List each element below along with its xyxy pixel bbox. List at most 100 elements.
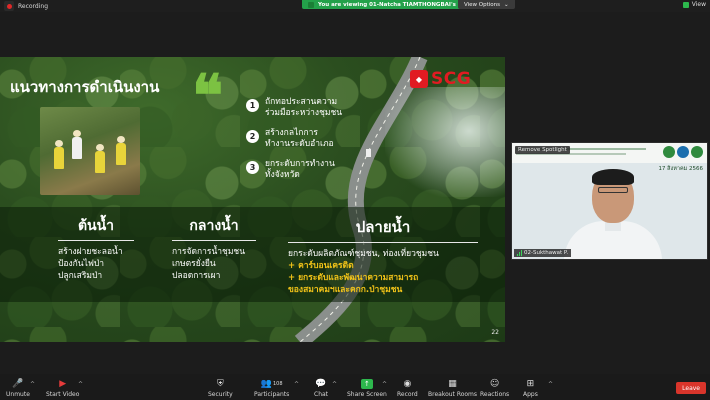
view-label: View	[691, 1, 706, 8]
step-text: สร้างกลไกการ ทำงานระดับอำเภอ	[265, 128, 334, 150]
audio-level-icon	[517, 250, 522, 256]
step-line: ทำงานระดับอำเภอ	[265, 139, 334, 149]
start-video-button[interactable]: ▶ Start Video	[46, 378, 79, 398]
page-number: 22	[491, 329, 499, 336]
screen-share-icon	[308, 1, 314, 8]
participants-count: 108	[272, 381, 283, 387]
midstream-heading: กลางน้ำ	[172, 215, 256, 241]
participants-icon: 👥 108	[260, 379, 283, 389]
microphone-muted-icon: 🎤	[12, 379, 24, 389]
worker-figure	[54, 140, 64, 169]
scg-emblem-icon: ◆	[410, 70, 428, 88]
step-line: ร่วมมือระหว่างชุมชน	[265, 108, 343, 118]
participants-label: Participants	[254, 391, 290, 398]
upstream-column: ต้นน้ำ สร้างฝายชะลอน้ำ ป้องกันไฟป่า ปลูก…	[58, 215, 134, 282]
breakout-rooms-button[interactable]: ▦ Breakout Rooms	[428, 378, 477, 398]
downstream-line: ยกระดับผลิตภัณฑ์ชุมชน, ท่องเที่ยวชุมชน	[288, 249, 439, 259]
video-options-caret[interactable]: ^	[78, 381, 83, 388]
chat-label: Chat	[314, 391, 329, 398]
step-line: สร้างกลไกการ	[265, 128, 318, 138]
mist-overlay	[385, 87, 505, 197]
reactions-icon: ☺	[489, 379, 500, 389]
banner-logos	[663, 146, 703, 158]
reactions-button[interactable]: ☺ Reactions	[480, 378, 509, 398]
step-line: ทั้งจังหวัด	[265, 170, 300, 180]
downstream-column: ปลายน้ำ ยกระดับผลิตภัณฑ์ชุมชน, ท่องเที่ย…	[288, 215, 478, 296]
banner-date: 17 สิงหาคม 2566	[658, 166, 703, 172]
reactions-label: Reactions	[480, 391, 510, 398]
shared-slide: แนวทางการดำเนินงาน ❝ ◆ SCG 1 ถักทอประสาน…	[0, 57, 505, 342]
chat-button[interactable]: 💬 Chat	[314, 378, 328, 398]
chat-icon: 💬	[315, 379, 327, 389]
record-icon: ◉	[403, 379, 412, 389]
step-list: 1 ถักทอประสานความ ร่วมมือระหว่างชุมชน 2 …	[246, 97, 396, 190]
participant-name: 02-Sukthawat P.	[524, 250, 569, 256]
midstream-column: กลางน้ำ การจัดการน้ำชุมชน เกษตรยั่งยืน ป…	[172, 215, 256, 282]
upstream-line: ปลูกเสริมป่า	[58, 271, 103, 281]
share-screen-icon: ↑	[360, 379, 373, 389]
scg-logo-text: SCG	[431, 69, 472, 89]
apps-label: Apps	[523, 391, 538, 398]
video-off-icon: ▶	[59, 379, 67, 389]
scg-logo: ◆ SCG	[410, 69, 471, 89]
start-video-label: Start Video	[46, 391, 80, 398]
downstream-highlight: + คาร์บอนเครดิต	[288, 261, 354, 271]
participants-options-caret[interactable]: ^	[294, 381, 299, 388]
speaker-video-tile[interactable]: 17 สิงหาคม 2566 Remove Spotlight 02-Sukt…	[511, 142, 708, 260]
upstream-heading: ต้นน้ำ	[58, 215, 134, 241]
upstream-line: ป้องกันไฟป่า	[58, 259, 105, 269]
step-item: 1 ถักทอประสานความ ร่วมมือระหว่างชุมชน	[246, 97, 396, 119]
security-label: Security	[208, 391, 233, 398]
step-number: 3	[246, 161, 259, 174]
apps-icon: ⊞	[526, 379, 535, 389]
view-options-label: View Options	[464, 1, 501, 8]
step-text: ยกระดับการทำงาน ทั้งจังหวัด	[265, 159, 335, 181]
volunteers-photo	[40, 107, 140, 195]
worker-figure	[72, 130, 82, 159]
step-item: 3 ยกระดับการทำงาน ทั้งจังหวัด	[246, 159, 396, 181]
viewing-label: You are viewing 01-Natcha TIAMTHONGBAI's…	[318, 1, 479, 8]
recording-indicator[interactable]: Recording	[4, 1, 48, 11]
grid-view-icon	[682, 1, 689, 8]
speaker-hair	[592, 169, 634, 185]
unmute-button[interactable]: 🎤 Unmute	[6, 378, 30, 398]
breakout-rooms-label: Breakout Rooms	[428, 391, 478, 398]
quote-mark-icon: ❝	[192, 62, 224, 130]
downstream-highlight: ของสมาคมฯและคกก.ป่าชุมชน	[288, 285, 403, 295]
share-screen-button[interactable]: ↑ Share Screen	[347, 378, 387, 398]
meeting-toolbar: 🎤 Unmute ^ ▶ Start Video ^ ⛨ Security 👥 1…	[0, 374, 710, 400]
security-button[interactable]: ⛨ Security	[208, 378, 233, 398]
view-button[interactable]: View	[682, 1, 706, 8]
breakout-rooms-icon: ▦	[448, 379, 457, 389]
downstream-heading: ปลายน้ำ	[288, 215, 478, 243]
audio-options-caret[interactable]: ^	[30, 381, 35, 388]
leave-button[interactable]: Leave	[676, 382, 706, 394]
step-number: 1	[246, 99, 259, 112]
remove-spotlight-button[interactable]: Remove Spotlight	[515, 146, 570, 154]
participant-name-tag: 02-Sukthawat P.	[514, 249, 572, 257]
step-item: 2 สร้างกลไกการ ทำงานระดับอำเภอ	[246, 128, 396, 150]
record-label: Record	[397, 391, 418, 398]
step-line: ยกระดับการทำงาน	[265, 159, 335, 169]
share-options-caret[interactable]: ^	[382, 381, 387, 388]
speaker-glasses	[598, 187, 628, 193]
step-number: 2	[246, 130, 259, 143]
midstream-line: ปลอดการเผา	[172, 271, 221, 281]
upstream-line: สร้างฝายชะลอน้ำ	[58, 247, 123, 257]
view-options-button[interactable]: View Options ⌄	[458, 0, 515, 9]
apps-button[interactable]: ⊞ Apps	[523, 378, 538, 398]
midstream-line: การจัดการน้ำชุมชน	[172, 247, 246, 257]
chat-options-caret[interactable]: ^	[332, 381, 337, 388]
record-icon	[4, 1, 14, 11]
step-text: ถักทอประสานความ ร่วมมือระหว่างชุมชน	[265, 97, 342, 119]
downstream-highlight: + ยกระดับและพัฒนาความสามารถ	[288, 273, 419, 283]
midstream-line: เกษตรยั่งยืน	[172, 259, 216, 269]
worker-figure	[95, 144, 105, 173]
participants-button[interactable]: 👥 108 Participants	[254, 378, 289, 398]
shield-icon: ⛨	[216, 379, 224, 389]
top-bar: Recording You are viewing 01-Natcha TIAM…	[0, 0, 710, 12]
share-screen-icon-wrap: ↑	[360, 378, 373, 390]
record-button[interactable]: ◉ Record	[397, 378, 418, 398]
apps-options-caret[interactable]: ^	[548, 381, 553, 388]
org-logo-icon	[677, 146, 689, 158]
